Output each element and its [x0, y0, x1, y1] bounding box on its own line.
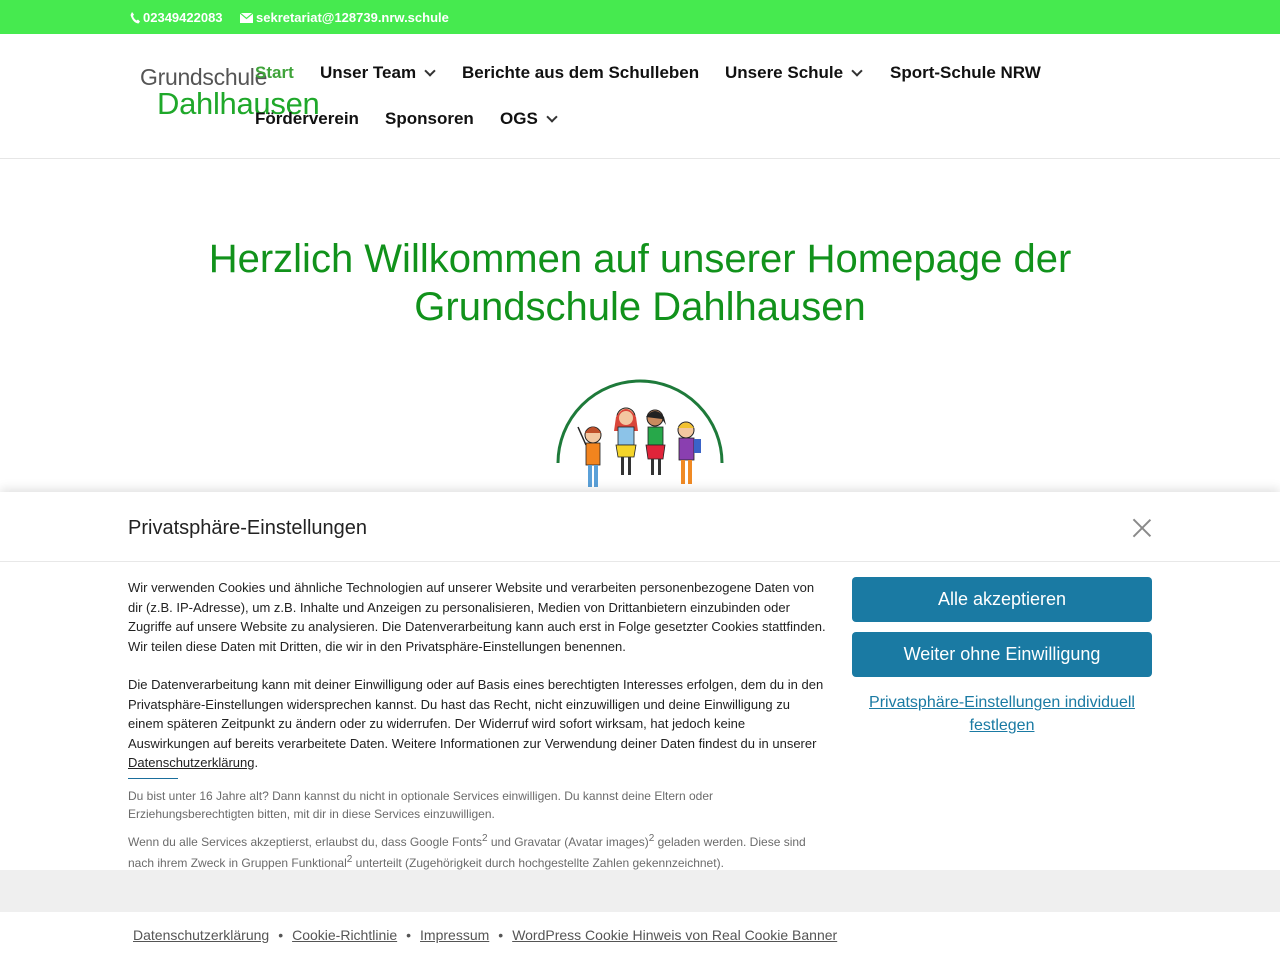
- nav-sponsoren-label: Sponsoren: [385, 109, 474, 128]
- footer-link-imprint[interactable]: Impressum: [420, 927, 489, 943]
- divider: [128, 778, 178, 779]
- separator: •: [278, 927, 284, 943]
- banner-footer-links: Datenschutzerklärung • Cookie-Richtlinie…: [133, 927, 837, 943]
- chevron-down-icon: [851, 65, 863, 77]
- separator: •: [406, 927, 412, 943]
- nav-berichte[interactable]: Berichte aus dem Schulleben: [462, 63, 699, 83]
- footer-link-privacy[interactable]: Datenschutzerklärung: [133, 927, 269, 943]
- footer-link-cookie-policy[interactable]: Cookie-Richtlinie: [292, 927, 397, 943]
- services-notice: Wenn du alle Services akzeptierst, erlau…: [128, 830, 828, 872]
- phone-contact[interactable]: 02349422083: [130, 10, 223, 25]
- email-address: sekretariat@128739.nrw.schule: [256, 10, 449, 25]
- nav-unsere-schule[interactable]: Unsere Schule: [725, 63, 863, 83]
- close-icon[interactable]: [1132, 518, 1152, 538]
- services-text-d: unterteilt (Zugehörigkeit durch hochgest…: [352, 856, 724, 870]
- nav-sport-schule-label: Sport-Schule NRW: [890, 63, 1041, 82]
- nav-ogs-label: OGS: [500, 109, 538, 128]
- nav-unser-team-label: Unser Team: [320, 63, 417, 82]
- nav-foerderverein[interactable]: Förderverein: [255, 109, 359, 129]
- chevron-down-icon: [424, 65, 436, 77]
- under-16-notice: Du bist unter 16 Jahre alt? Dann kannst …: [128, 789, 714, 821]
- separator: •: [498, 927, 504, 943]
- nav-start[interactable]: Start: [255, 63, 294, 83]
- nav-foerderverein-label: Förderverein: [255, 109, 359, 128]
- site-header: Grundschule Dahlhausen Start Unser Team …: [0, 34, 1280, 159]
- email-contact[interactable]: sekretariat@128739.nrw.schule: [240, 10, 449, 25]
- banner-footer-band: [0, 870, 1280, 912]
- nav-start-label: Start: [255, 63, 294, 82]
- phone-icon: [130, 11, 140, 23]
- nav-sport-schule[interactable]: Sport-Schule NRW: [890, 63, 1041, 83]
- school-kids-illustration: [556, 379, 724, 487]
- footer-link-real-cookie-banner[interactable]: WordPress Cookie Hinweis von Real Cookie…: [512, 927, 837, 943]
- nav-unsere-schule-label: Unsere Schule: [725, 63, 844, 82]
- cookie-banner-title: Privatsphäre-Einstellungen: [128, 517, 368, 539]
- cookie-banner: Privatsphäre-Einstellungen Wir verwenden…: [0, 492, 1280, 960]
- page-title: Herzlich Willkommen auf unserer Homepage…: [208, 237, 1072, 329]
- cookie-text-1: Wir verwenden Cookies und ähnliche Techn…: [128, 580, 826, 654]
- top-bar: 02349422083 sekretariat@128739.nrw.schul…: [0, 0, 1280, 34]
- services-text-a: Wenn du alle Services akzeptierst, erlau…: [128, 835, 482, 849]
- nav-unser-team[interactable]: Unser Team: [320, 63, 436, 83]
- continue-without-consent-button[interactable]: Weiter ohne Einwilligung: [852, 632, 1152, 677]
- accept-all-button[interactable]: Alle akzeptieren: [852, 577, 1152, 622]
- cookie-text-2-body: Die Datenverarbeitung kann mit deiner Ei…: [128, 677, 824, 751]
- nav-ogs[interactable]: OGS: [500, 109, 558, 129]
- period: .: [254, 755, 259, 770]
- nav-sponsoren[interactable]: Sponsoren: [385, 109, 474, 129]
- individual-settings-link[interactable]: Privatsphäre-Einstellungen individuell f…: [852, 691, 1152, 737]
- mail-icon: [240, 12, 253, 23]
- chevron-down-icon: [546, 111, 558, 123]
- cookie-banner-header: Privatsphäre-Einstellungen: [0, 492, 1280, 562]
- privacy-policy-link[interactable]: Datenschutzerklärung: [128, 755, 254, 770]
- nav-berichte-label: Berichte aus dem Schulleben: [462, 63, 700, 82]
- services-text-b: und Gravatar (Avatar images): [487, 835, 649, 849]
- phone-number: 02349422083: [143, 10, 223, 25]
- cookie-text-2: Die Datenverarbeitung kann mit deiner Ei…: [128, 675, 828, 773]
